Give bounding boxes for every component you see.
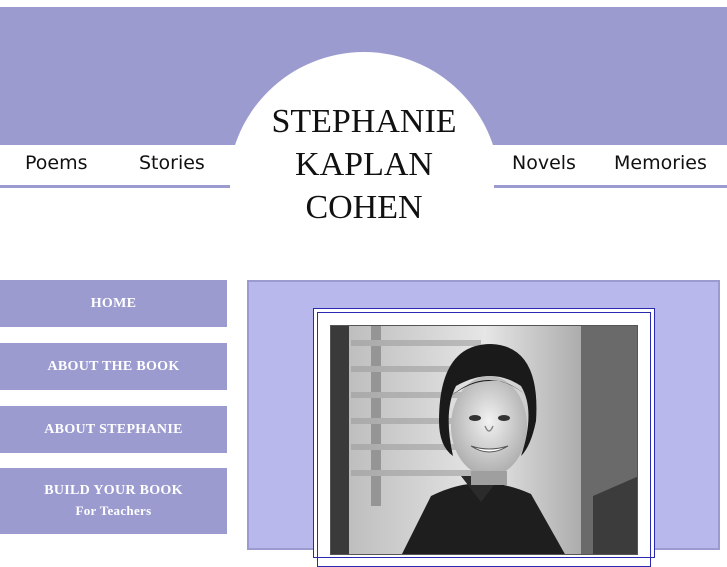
top-strip <box>0 0 727 7</box>
sidebar-item-label: BUILD YOUR BOOK <box>44 483 183 498</box>
sidebar-item-home[interactable]: HOME <box>0 280 227 327</box>
site-title-line-3: COHEN <box>305 189 423 226</box>
portrait-photo <box>330 325 638 555</box>
sidebar-item-about-stephanie[interactable]: ABOUT STEPHANIE <box>0 406 227 453</box>
nav-novels[interactable]: Novels <box>512 152 576 174</box>
site-title-line-2: KAPLAN <box>295 146 433 183</box>
sidebar-item-build-your-book[interactable]: BUILD YOUR BOOK For Teachers <box>0 468 227 534</box>
nav-poems[interactable]: Poems <box>25 152 88 174</box>
nav-underline-left <box>0 185 230 188</box>
sidebar-item-label: ABOUT STEPHANIE <box>44 421 183 437</box>
sidebar-item-label: HOME <box>90 295 137 311</box>
site-title: STEPHANIE KAPLAN COHEN <box>228 100 500 229</box>
nav-stories[interactable]: Stories <box>139 152 205 174</box>
sidebar-item-about-the-book[interactable]: ABOUT THE BOOK <box>0 343 227 390</box>
sidebar-item-label: ABOUT THE BOOK <box>47 358 180 374</box>
site-title-line-1: STEPHANIE <box>271 103 457 140</box>
portrait-illustration <box>331 326 637 554</box>
nav-underline-right <box>494 185 727 188</box>
nav-memories[interactable]: Memories <box>614 152 707 174</box>
sidebar-item-sublabel: For Teachers <box>75 503 152 518</box>
